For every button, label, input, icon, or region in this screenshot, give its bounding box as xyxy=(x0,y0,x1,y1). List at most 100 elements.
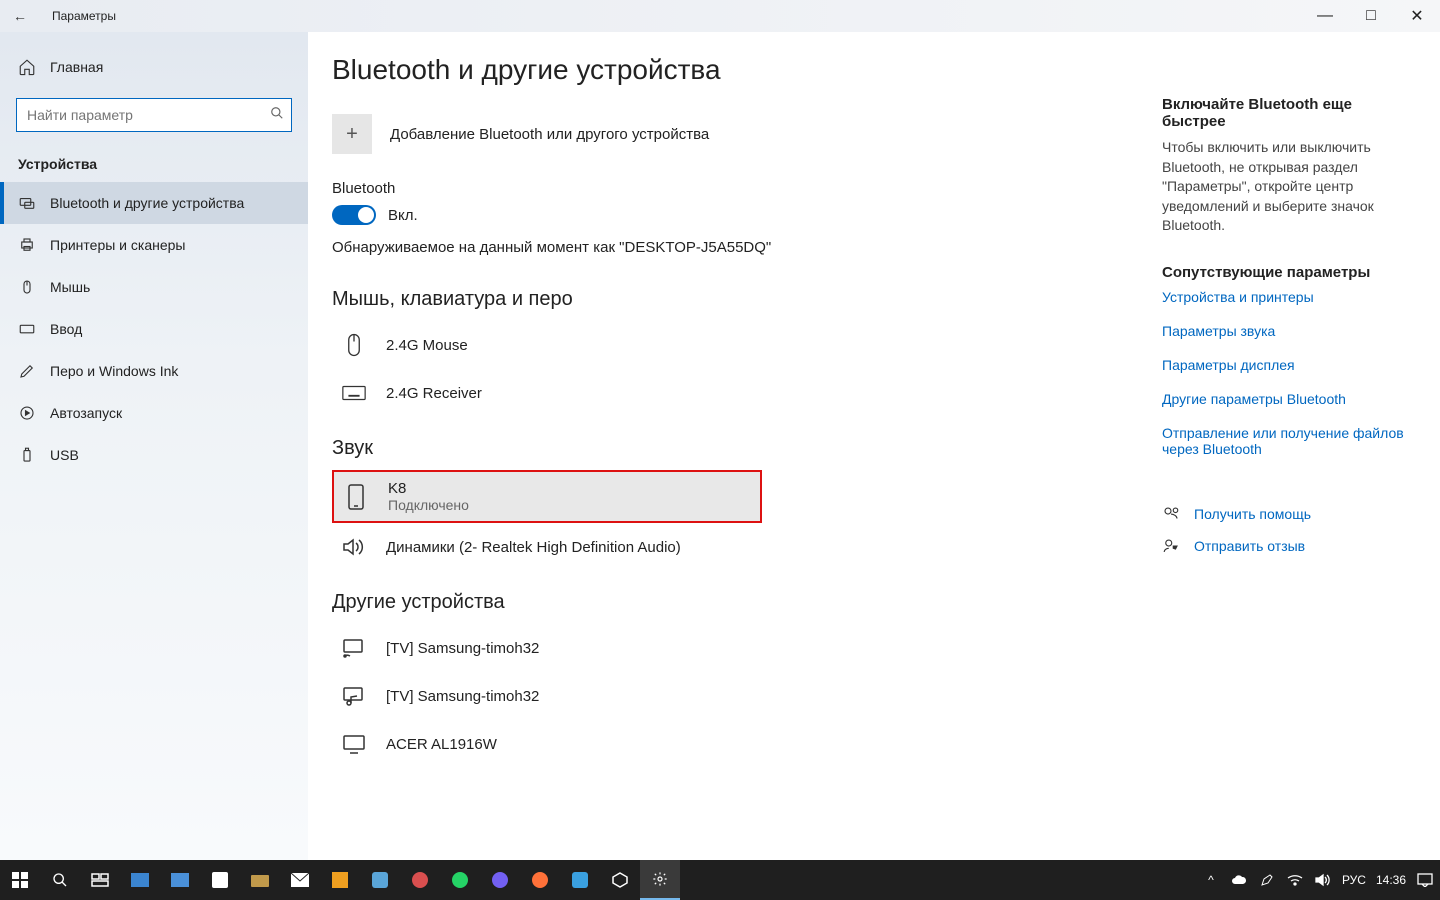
device-row[interactable]: [TV] Samsung-timoh32 xyxy=(332,624,762,672)
taskbar-app[interactable] xyxy=(480,860,520,900)
taskbar: ^ РУС 14:36 xyxy=(0,860,1440,900)
taskbar-app[interactable] xyxy=(120,860,160,900)
right-column: Включайте Bluetooth еще быстрее Чтобы вк… xyxy=(1152,32,1440,860)
pen-icon xyxy=(18,362,36,380)
device-row[interactable]: 2.4G Receiver xyxy=(332,369,762,417)
link-devices-printers[interactable]: Устройства и принтеры xyxy=(1162,289,1416,305)
bluetooth-state: Вкл. xyxy=(388,207,418,224)
device-row[interactable]: ACER AL1916W xyxy=(332,720,762,768)
tray-wifi-icon[interactable] xyxy=(1286,871,1304,889)
back-button[interactable]: ← xyxy=(0,8,40,24)
taskbar-app[interactable] xyxy=(440,860,480,900)
main-content: Bluetooth и другие устройства + Добавлен… xyxy=(308,32,1152,860)
taskbar-app[interactable] xyxy=(200,860,240,900)
sidebar-item-label: Мышь xyxy=(50,279,90,295)
taskbar-app[interactable] xyxy=(520,860,560,900)
sidebar-item-typing[interactable]: Ввод xyxy=(0,308,308,350)
section-mkp-heading: Мышь, клавиатура и перо xyxy=(332,288,1122,311)
taskbar-app[interactable] xyxy=(320,860,360,900)
start-button[interactable] xyxy=(0,860,40,900)
sidebar-home-label: Главная xyxy=(50,59,103,75)
tip-text: Чтобы включить или выключить Bluetooth, … xyxy=(1162,138,1416,236)
taskbar-app[interactable] xyxy=(280,860,320,900)
search-input[interactable] xyxy=(16,98,292,132)
window-title: Параметры xyxy=(40,9,116,23)
send-feedback-label: Отправить отзыв xyxy=(1194,538,1305,554)
taskbar-app[interactable] xyxy=(240,860,280,900)
plus-icon: + xyxy=(332,114,372,154)
link-display-settings[interactable]: Параметры дисплея xyxy=(1162,357,1416,373)
sidebar-item-label: Перо и Windows Ink xyxy=(50,363,178,379)
search-button[interactable] xyxy=(40,860,80,900)
search-icon xyxy=(270,106,284,125)
tray-pen-icon[interactable] xyxy=(1258,871,1276,889)
tray-chevron-icon[interactable]: ^ xyxy=(1202,871,1220,889)
get-help-label: Получить помощь xyxy=(1194,506,1311,522)
sidebar-item-mouse[interactable]: Мышь xyxy=(0,266,308,308)
get-help[interactable]: Получить помощь xyxy=(1162,505,1416,523)
sidebar-item-printers[interactable]: Принтеры и сканеры xyxy=(0,224,308,266)
tray-notifications-icon[interactable] xyxy=(1416,871,1434,889)
device-name: K8 xyxy=(388,480,469,497)
task-view-button[interactable] xyxy=(80,860,120,900)
help-icon xyxy=(1162,505,1180,523)
printer-icon xyxy=(18,236,36,254)
close-button[interactable]: ✕ xyxy=(1394,0,1440,32)
device-name: 2.4G Mouse xyxy=(386,337,468,354)
taskbar-settings[interactable] xyxy=(640,860,680,900)
link-sound-settings[interactable]: Параметры звука xyxy=(1162,323,1416,339)
taskbar-app[interactable] xyxy=(600,860,640,900)
minimize-button[interactable]: — xyxy=(1302,0,1348,32)
tray-clock[interactable]: 14:36 xyxy=(1376,873,1406,887)
tray-volume-icon[interactable] xyxy=(1314,871,1332,889)
add-device-label: Добавление Bluetooth или другого устройс… xyxy=(390,126,709,143)
keyboard-icon xyxy=(18,320,36,338)
page-title: Bluetooth и другие устройства xyxy=(332,54,1122,86)
device-row[interactable]: 2.4G Mouse xyxy=(332,321,762,369)
monitor-icon xyxy=(340,730,368,758)
speaker-icon xyxy=(340,533,368,561)
device-name: Динамики (2- Realtek High Definition Aud… xyxy=(386,539,681,556)
taskbar-app[interactable] xyxy=(400,860,440,900)
device-name: [TV] Samsung-timoh32 xyxy=(386,640,539,657)
sidebar-item-label: Bluetooth и другие устройства xyxy=(50,195,244,211)
keyboard-icon xyxy=(340,379,368,407)
usb-icon xyxy=(18,446,36,464)
section-other-heading: Другие устройства xyxy=(332,591,1122,614)
feedback-icon xyxy=(1162,537,1180,555)
taskbar-app[interactable] xyxy=(360,860,400,900)
send-feedback[interactable]: Отправить отзыв xyxy=(1162,537,1416,555)
link-more-bluetooth[interactable]: Другие параметры Bluetooth xyxy=(1162,391,1416,407)
add-device-button[interactable]: + Добавление Bluetooth или другого устро… xyxy=(332,114,1122,154)
tray-language[interactable]: РУС xyxy=(1342,873,1366,887)
device-row-highlighted[interactable]: K8 Подключено xyxy=(332,470,762,523)
maximize-button[interactable]: □ xyxy=(1348,0,1394,32)
autoplay-icon xyxy=(18,404,36,422)
tip-title: Включайте Bluetooth еще быстрее xyxy=(1162,96,1416,130)
device-row[interactable]: Динамики (2- Realtek High Definition Aud… xyxy=(332,523,762,571)
phone-icon xyxy=(342,483,370,511)
taskbar-app[interactable] xyxy=(560,860,600,900)
titlebar: ← Параметры — □ ✕ xyxy=(0,0,1440,32)
home-icon xyxy=(18,58,36,76)
sidebar-item-autoplay[interactable]: Автозапуск xyxy=(0,392,308,434)
sidebar-item-label: Принтеры и сканеры xyxy=(50,237,185,253)
bluetooth-devices-icon xyxy=(18,194,36,212)
bluetooth-label: Bluetooth xyxy=(332,180,1122,197)
bluetooth-toggle[interactable] xyxy=(332,205,376,225)
link-send-receive-bt[interactable]: Отправление или получение файлов через B… xyxy=(1162,425,1416,457)
sidebar-item-label: Ввод xyxy=(50,321,82,337)
discoverable-text: Обнаруживаемое на данный момент как "DES… xyxy=(332,239,1122,256)
sidebar-home[interactable]: Главная xyxy=(0,50,308,84)
tray-onedrive-icon[interactable] xyxy=(1230,871,1248,889)
sidebar-item-pen[interactable]: Перо и Windows Ink xyxy=(0,350,308,392)
sidebar-item-usb[interactable]: USB xyxy=(0,434,308,476)
related-title: Сопутствующие параметры xyxy=(1162,264,1416,281)
sidebar-item-bluetooth[interactable]: Bluetooth и другие устройства xyxy=(0,182,308,224)
sidebar-item-label: USB xyxy=(50,447,79,463)
mouse-icon xyxy=(340,331,368,359)
device-row[interactable]: [TV] Samsung-timoh32 xyxy=(332,672,762,720)
device-status: Подключено xyxy=(388,497,469,513)
sidebar: Главная Устройства Bluetooth и другие ус… xyxy=(0,32,308,860)
taskbar-app[interactable] xyxy=(160,860,200,900)
